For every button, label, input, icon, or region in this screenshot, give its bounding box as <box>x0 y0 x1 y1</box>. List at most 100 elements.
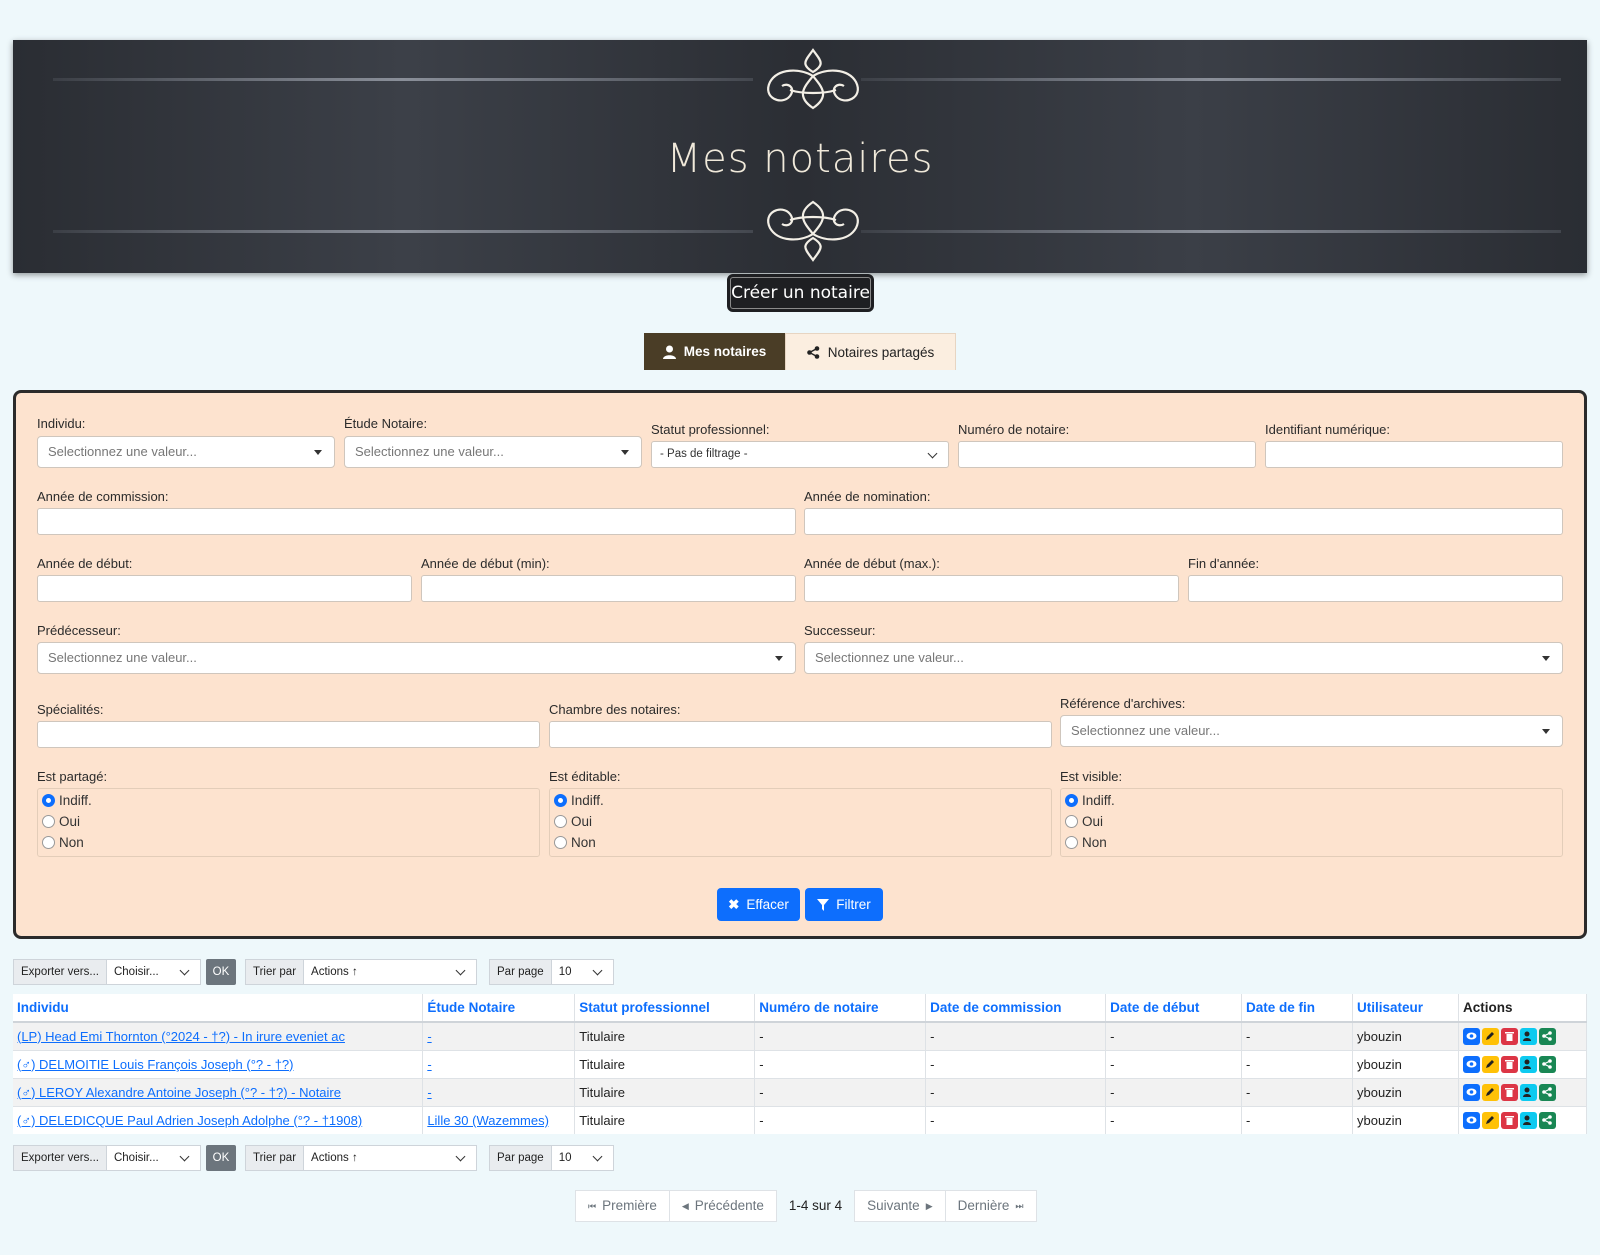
est-editable-option-oui[interactable]: Oui <box>554 814 592 829</box>
user-assign-icon[interactable] <box>1519 1111 1537 1129</box>
per-page-select[interactable]: 10 <box>551 959 614 985</box>
radio-unchecked[interactable] <box>554 836 567 849</box>
tab-mes-notaires[interactable]: Mes notaires <box>644 333 785 370</box>
est-editable-option-indiff[interactable]: Indiff. <box>554 793 604 808</box>
est-visible-option-non[interactable]: Non <box>1065 835 1107 850</box>
annee-debut-input[interactable] <box>37 575 412 602</box>
tab-notaires-partages[interactable]: Notaires partagés <box>785 333 956 370</box>
statut-select[interactable]: - Pas de filtrage - <box>651 441 949 468</box>
per-page-select[interactable]: 10 <box>551 1145 614 1171</box>
edit-icon[interactable] <box>1481 1027 1499 1045</box>
export-ok-button[interactable]: OK <box>205 959 236 985</box>
sort-select[interactable]: Actions ↑ <box>304 1145 478 1171</box>
individu-link[interactable]: (♂) DELMOITIE Louis François Joseph (°? … <box>17 1057 293 1072</box>
individu-link[interactable]: (♂) DELEDICQUE Paul Adrien Joseph Adolph… <box>17 1113 362 1128</box>
delete-icon[interactable] <box>1500 1083 1518 1101</box>
page-prev-button[interactable]: ◀ Précédente <box>668 1190 777 1222</box>
cell-etude: - <box>422 1077 576 1106</box>
view-icon[interactable] <box>1462 1027 1480 1045</box>
est-editable-option-non[interactable]: Non <box>554 835 596 850</box>
etude-link[interactable]: Lille 30 (Wazemmes) <box>427 1113 549 1128</box>
edit-icon[interactable] <box>1481 1083 1499 1101</box>
filter-button[interactable]: Filtrer <box>805 888 883 921</box>
create-notary-button[interactable]: Créer un notaire <box>727 274 874 312</box>
page-next-button[interactable]: Suivante ▶ <box>854 1190 946 1222</box>
successeur-select[interactable]: Selectionnez une valeur... <box>804 642 1563 674</box>
page-first-button[interactable]: ⏮ Première <box>575 1190 670 1222</box>
numero-input[interactable] <box>958 441 1256 468</box>
sort-select[interactable]: Actions ↑ <box>304 959 478 985</box>
etude-link[interactable]: - <box>427 1029 431 1044</box>
view-icon[interactable] <box>1462 1111 1480 1129</box>
radio-checked[interactable] <box>1065 794 1078 807</box>
etude-select[interactable]: Selectionnez une valeur... <box>344 436 642 468</box>
etude-link[interactable]: - <box>427 1057 431 1072</box>
annee-commission-input[interactable] <box>37 508 796 535</box>
radio-unchecked[interactable] <box>42 815 55 828</box>
edit-icon[interactable] <box>1481 1111 1499 1129</box>
individu-link[interactable]: (LP) Head Emi Thornton (°2024 - †?) - In… <box>17 1029 345 1044</box>
radio-unchecked[interactable] <box>1065 836 1078 849</box>
radio-label: Non <box>1082 835 1107 850</box>
delete-icon[interactable] <box>1500 1027 1518 1045</box>
predecesseur-select[interactable]: Selectionnez une valeur... <box>37 642 796 674</box>
annee-debut-max-input[interactable] <box>804 575 1179 602</box>
view-icon[interactable] <box>1462 1083 1480 1101</box>
share-icon[interactable] <box>1538 1055 1556 1073</box>
specialites-input[interactable] <box>37 721 540 748</box>
user-assign-icon[interactable] <box>1519 1055 1537 1073</box>
col-date-commission[interactable]: Date de commission <box>925 994 1107 1023</box>
etude-link[interactable]: - <box>427 1085 431 1100</box>
chambre-input[interactable] <box>549 721 1052 748</box>
cell-etude: - <box>422 1021 576 1050</box>
est-editable-label: Est éditable: <box>549 769 621 784</box>
col-numero[interactable]: Numéro de notaire <box>754 994 927 1023</box>
identifiant-input[interactable] <box>1265 441 1563 468</box>
step-backward-icon: ⏮ <box>588 1201 597 1211</box>
annee-nomination-input[interactable] <box>804 508 1563 535</box>
share-icon[interactable] <box>1538 1111 1556 1129</box>
delete-icon[interactable] <box>1500 1055 1518 1073</box>
col-date-debut[interactable]: Date de début <box>1105 994 1243 1023</box>
user-icon <box>662 345 676 359</box>
view-icon[interactable] <box>1462 1055 1480 1073</box>
est-partage-label: Est partagé: <box>37 769 108 784</box>
export-select[interactable]: Choisir... <box>106 1145 201 1171</box>
col-utilisateur[interactable]: Utilisateur <box>1352 994 1459 1023</box>
user-assign-icon[interactable] <box>1519 1083 1537 1101</box>
edit-icon[interactable] <box>1481 1055 1499 1073</box>
col-etude[interactable]: Étude Notaire <box>422 994 576 1023</box>
est-partage-option-indiff[interactable]: Indiff. <box>42 793 92 808</box>
export-ok-button[interactable]: OK <box>205 1145 236 1171</box>
est-partage-option-oui[interactable]: Oui <box>42 814 80 829</box>
table-row: (♂) LEROY Alexandre Antoine Joseph (°? -… <box>13 1077 1588 1106</box>
individu-link[interactable]: (♂) LEROY Alexandre Antoine Joseph (°? -… <box>17 1085 341 1100</box>
col-statut[interactable]: Statut professionnel <box>574 994 756 1023</box>
delete-icon[interactable] <box>1500 1111 1518 1129</box>
est-visible-option-indiff[interactable]: Indiff. <box>1065 793 1115 808</box>
radio-checked[interactable] <box>42 794 55 807</box>
share-icon[interactable] <box>1538 1083 1556 1101</box>
clear-button-label: Effacer <box>746 897 789 912</box>
est-visible-option-oui[interactable]: Oui <box>1065 814 1103 829</box>
share-icon[interactable] <box>1538 1027 1556 1045</box>
annee-debut-min-input[interactable] <box>421 575 796 602</box>
col-individu[interactable]: Individu <box>13 994 424 1023</box>
clear-button[interactable]: ✖ Effacer <box>717 888 800 921</box>
statut-value: - Pas de filtrage - <box>660 448 748 460</box>
row-actions <box>1462 1055 1582 1073</box>
reference-select[interactable]: Selectionnez une valeur... <box>1060 715 1563 747</box>
radio-unchecked[interactable] <box>554 815 567 828</box>
radio-unchecked[interactable] <box>1065 815 1078 828</box>
individu-select[interactable]: Selectionnez une valeur... <box>37 436 335 468</box>
est-partage-option-non[interactable]: Non <box>42 835 84 850</box>
flourish-top-icon <box>767 48 859 110</box>
radio-unchecked[interactable] <box>42 836 55 849</box>
col-date-fin[interactable]: Date de fin <box>1241 994 1353 1023</box>
export-select[interactable]: Choisir... <box>106 959 201 985</box>
radio-checked[interactable] <box>554 794 567 807</box>
page-last-button[interactable]: Dernière ⏭ <box>944 1190 1037 1222</box>
fin-annee-input[interactable] <box>1188 575 1563 602</box>
cell-date-debut: - <box>1105 1105 1243 1134</box>
user-assign-icon[interactable] <box>1519 1027 1537 1045</box>
